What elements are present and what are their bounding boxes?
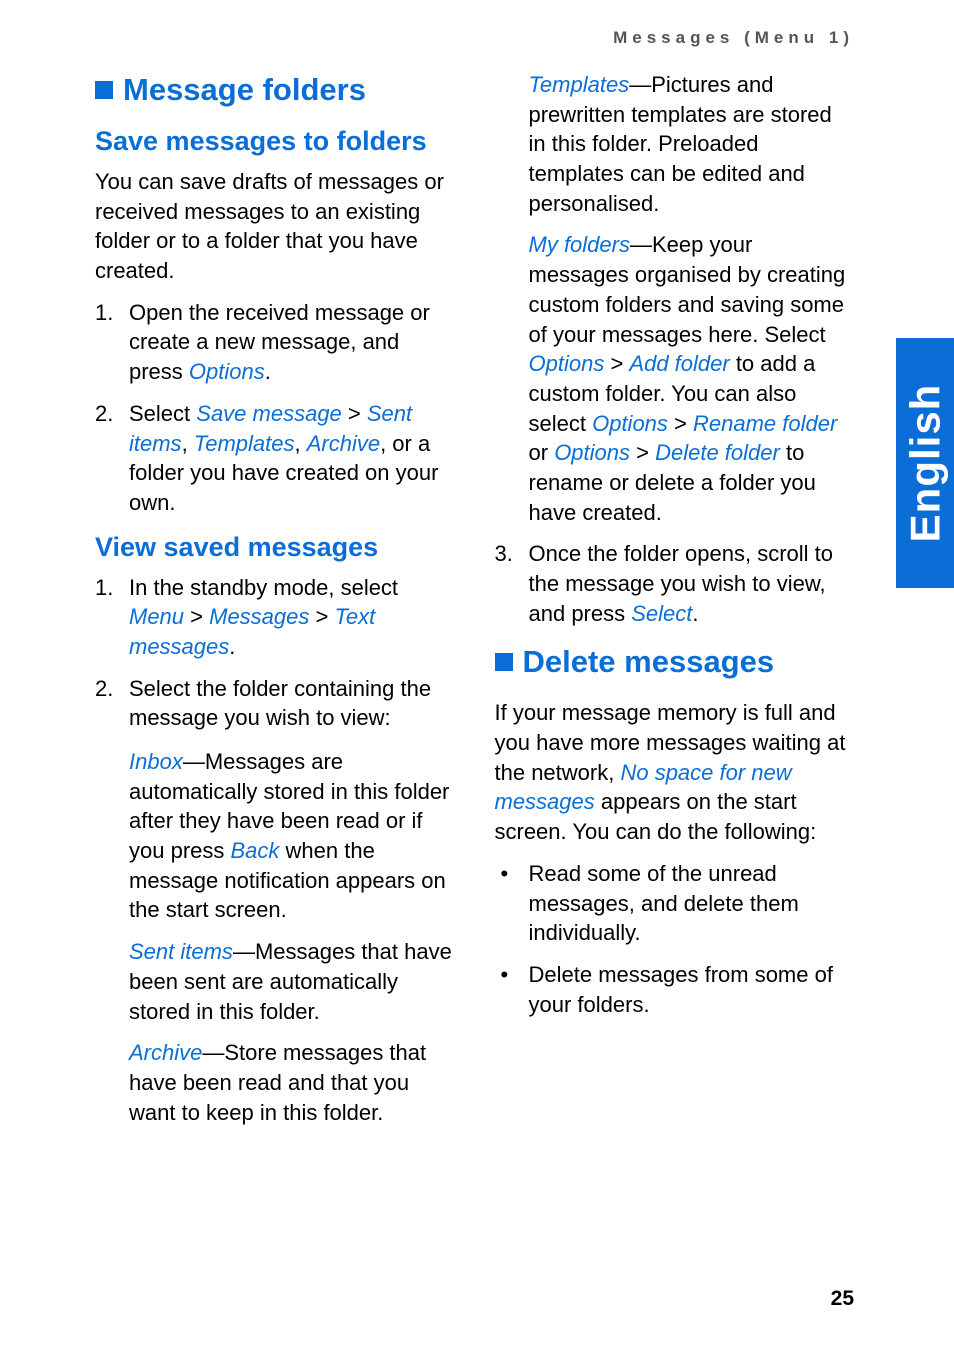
text: . [692, 601, 698, 626]
select-link: Select [631, 601, 692, 626]
page-number: 25 [831, 1287, 854, 1311]
sent-items-description: Sent items—Messages that have been sent … [95, 937, 455, 1026]
heading-view-saved: View saved messages [95, 532, 455, 563]
view-step-1: In the standby mode, select Menu > Messa… [95, 573, 455, 662]
inbox-link: Inbox [129, 749, 183, 774]
rename-folder-link: Rename folder [693, 411, 837, 436]
square-bullet-icon [495, 653, 513, 671]
page-content: Message folders Save messages to folders… [95, 70, 854, 1130]
back-link: Back [231, 838, 280, 863]
heading-delete-messages: Delete messages [495, 644, 855, 680]
save-step-2: Select Save message > Sent items, Templa… [95, 399, 455, 518]
text: In the standby mode, select [129, 575, 398, 600]
text: > [630, 440, 655, 465]
view-step-2: Select the folder containing the message… [95, 674, 455, 733]
options-link: Options [189, 359, 265, 384]
view-steps-list: In the standby mode, select Menu > Messa… [95, 573, 455, 733]
text: or [529, 440, 555, 465]
heading-delete-messages-text: Delete messages [523, 644, 775, 679]
archive-link: Archive [129, 1040, 202, 1065]
text: , [294, 431, 306, 456]
view-step-3: Once the folder opens, scroll to the mes… [495, 539, 855, 628]
text: , [182, 431, 194, 456]
archive-description: Archive—Store messages that have been re… [95, 1038, 455, 1127]
my-folders-link: My folders [529, 232, 630, 257]
save-intro: You can save drafts of messages or recei… [95, 167, 455, 286]
text: > [604, 351, 629, 376]
text: > [309, 604, 334, 629]
text: > [668, 411, 693, 436]
delete-folder-link: Delete folder [655, 440, 780, 465]
save-message-link: Save message [196, 401, 342, 426]
options-link: Options [592, 411, 668, 436]
delete-intro: If your message memory is full and you h… [495, 698, 855, 846]
options-link: Options [554, 440, 630, 465]
square-bullet-icon [95, 81, 113, 99]
inbox-description: Inbox—Messages are automatically stored … [95, 747, 455, 925]
text: Select [129, 401, 196, 426]
templates-link: Templates [529, 72, 630, 97]
delete-option-2: Delete messages from some of your folder… [495, 960, 855, 1019]
templates-description: Templates—Pictures and prewritten templa… [495, 70, 855, 218]
delete-option-1: Read some of the unread messages, and de… [495, 859, 855, 948]
save-step-1: Open the received message or create a ne… [95, 298, 455, 387]
language-tab: English [896, 338, 954, 588]
menu-link: Menu [129, 604, 184, 629]
templates-link: Templates [194, 431, 295, 456]
heading-save-messages: Save messages to folders [95, 126, 455, 157]
my-folders-description: My folders—Keep your messages organised … [495, 230, 855, 527]
sent-items-link: Sent items [129, 939, 233, 964]
heading-message-folders-text: Message folders [123, 72, 366, 107]
text: Select the folder containing the message… [129, 676, 431, 731]
messages-link: Messages [209, 604, 309, 629]
save-steps-list: Open the received message or create a ne… [95, 298, 455, 518]
archive-link: Archive [307, 431, 380, 456]
options-link: Options [529, 351, 605, 376]
page-header: Messages (Menu 1) [613, 28, 854, 48]
heading-message-folders: Message folders [95, 72, 455, 108]
text: . [229, 634, 235, 659]
text: > [342, 401, 367, 426]
add-folder-link: Add folder [629, 351, 729, 376]
text: Open the received message or create a ne… [129, 300, 430, 384]
language-tab-label: English [901, 384, 949, 543]
delete-options-list: Read some of the unread messages, and de… [495, 859, 855, 1019]
text: . [265, 359, 271, 384]
view-steps-list-continued: Once the folder opens, scroll to the mes… [495, 539, 855, 628]
text: > [184, 604, 209, 629]
